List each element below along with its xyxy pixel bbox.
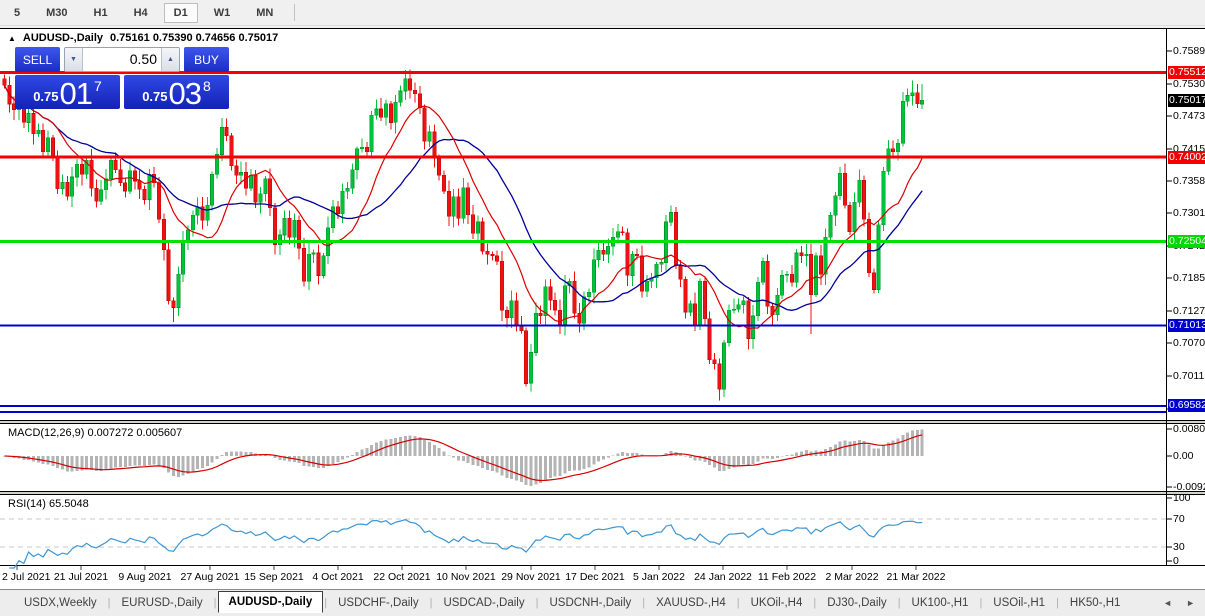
symbol-tab-bar: USDX,Weekly | EURUSD-,Daily | AUDUSD-,Daily |… <box>0 589 1205 616</box>
tab-usdcnh-daily[interactable]: USDCNH-,Daily <box>539 592 641 614</box>
date-axis-label: 17 Dec 2021 <box>565 571 625 583</box>
buy-price-big-digits: 03 <box>168 76 202 111</box>
timeframe-button-5[interactable]: 5 <box>4 3 30 23</box>
trade-panel-quote-row: 0.75 01 7 0.75 03 8 <box>15 75 229 109</box>
tab-xauusd-h4[interactable]: XAUUSD-,H4 <box>646 592 736 614</box>
price-tick-label: 0.70115 <box>1173 370 1205 382</box>
buy-button[interactable]: BUY <box>184 47 229 72</box>
price-tick-label: 0.74735 <box>1173 110 1205 122</box>
volume-spinner: ▼ 0.50 ▲ <box>64 47 180 72</box>
tab-hk50-h1[interactable]: HK50-,H1 <box>1060 592 1131 614</box>
rsi-axis-label: 100 <box>1173 492 1191 504</box>
sell-button[interactable]: SELL <box>15 47 60 72</box>
rsi-axis-label: 0 <box>1173 555 1179 567</box>
date-axis-label: 21 Jul 2021 <box>53 571 109 583</box>
rsi-indicator-label: RSI(14) 65.5048 <box>8 498 89 510</box>
tab-audusd-daily[interactable]: AUDUSD-,Daily <box>217 591 324 613</box>
price-badge-0.72504: 0.72504 <box>1168 235 1205 248</box>
sell-quote-box[interactable]: 0.75 01 7 <box>15 75 120 109</box>
one-click-collapse-icon[interactable]: ▲ <box>8 34 16 43</box>
price-axis-separator <box>1166 29 1167 565</box>
buy-price-pip-digit: 8 <box>203 78 211 94</box>
price-badge-0.74002: 0.74002 <box>1168 151 1205 164</box>
rsi-window-splitter[interactable] <box>0 491 1205 495</box>
macd-indicator-label: MACD(12,26,9) 0.007272 0.005607 <box>8 427 183 439</box>
price-badge-0.75017: 0.75017 <box>1168 94 1205 107</box>
volume-decrease-button[interactable]: ▼ <box>65 48 83 71</box>
sell-price-pip-digit: 7 <box>94 78 102 94</box>
price-badge-0.69582: 0.69582 <box>1168 399 1205 412</box>
buy-quote-box[interactable]: 0.75 03 8 <box>124 75 229 109</box>
tab-usdcad-daily[interactable]: USDCAD-,Daily <box>433 592 534 614</box>
trade-panel-top-row: SELL ▼ 0.50 ▲ BUY <box>15 47 229 72</box>
date-axis-label: 4 Oct 2021 <box>312 571 364 583</box>
sell-price-prefix: 0.75 <box>33 89 59 104</box>
tab-usoil-h1[interactable]: USOil-,H1 <box>983 592 1055 614</box>
rsi-axis-label: 30 <box>1173 541 1185 553</box>
date-axis-label: 15 Sep 2021 <box>244 571 304 583</box>
timeframe-button-m30[interactable]: M30 <box>36 3 77 23</box>
symbol-tabs: USDX,Weekly | EURUSD-,Daily | AUDUSD-,Daily |… <box>14 591 1131 614</box>
one-click-trade-panel: SELL ▼ 0.50 ▲ BUY 0.75 01 7 0.75 03 8 <box>15 47 229 109</box>
tab-uk100-h1[interactable]: UK100-,H1 <box>902 592 979 614</box>
volume-increase-button[interactable]: ▲ <box>161 48 179 71</box>
date-axis-label: 27 Aug 2021 <box>180 571 240 583</box>
tab-usdchf-daily[interactable]: USDCHF-,Daily <box>328 592 429 614</box>
price-tick-label: 0.71270 <box>1173 305 1205 317</box>
tab-scroll-left-icon[interactable]: ◄ <box>1163 598 1172 608</box>
chart-ohlc-values: 0.75161 0.75390 0.74656 0.75017 <box>110 32 279 44</box>
timeframe-button-d1[interactable]: D1 <box>163 2 198 23</box>
buy-price-prefix: 0.75 <box>142 89 168 104</box>
timeframe-toolbar: 5 M30 H1 H4 D1 W1 MN <box>0 0 1205 26</box>
price-tick-label: 0.75890 <box>1173 45 1205 57</box>
timeframe-button-h4[interactable]: H4 <box>124 3 158 23</box>
tab-usdx-weekly[interactable]: USDX,Weekly <box>14 592 107 614</box>
tab-scroll-right-icon[interactable]: ► <box>1186 598 1195 608</box>
sell-price-big-digits: 01 <box>59 76 93 111</box>
price-badge-0.71013: 0.71013 <box>1168 319 1205 332</box>
price-tick-label: 0.70700 <box>1173 337 1205 349</box>
date-axis-label: 29 Nov 2021 <box>501 571 561 583</box>
date-axis-label: 5 Jan 2022 <box>633 571 685 583</box>
price-badge-0.75512: 0.75512 <box>1168 66 1205 79</box>
toolbar-separator <box>294 4 296 21</box>
macd-axis-label: 0.008061 <box>1173 423 1205 435</box>
price-tick-label: 0.73010 <box>1173 207 1205 219</box>
date-axis-label: 10 Nov 2021 <box>436 571 496 583</box>
macd-axis-label: 0.00 <box>1173 450 1194 462</box>
date-axis-label: 22 Oct 2021 <box>373 571 431 583</box>
timeframe-button-w1[interactable]: W1 <box>204 3 241 23</box>
tab-scroll-controls: ◄ ► <box>1163 598 1195 608</box>
date-axis-label: 2 Mar 2022 <box>825 571 879 583</box>
rsi-axis-label: 70 <box>1173 513 1185 525</box>
date-axis-label: 24 Jan 2022 <box>694 571 752 583</box>
date-axis-label: 11 Feb 2022 <box>757 571 817 583</box>
chart-symbol-label: AUDUSD-,Daily <box>22 32 103 44</box>
timeframe-button-mn[interactable]: MN <box>246 3 283 23</box>
price-tick-label: 0.75305 <box>1173 78 1205 90</box>
price-tick-label: 0.71855 <box>1173 272 1205 284</box>
price-tick-label: 0.73580 <box>1173 175 1205 187</box>
tab-ukoil-h4[interactable]: UKOil-,H4 <box>741 592 813 614</box>
date-axis-label: 2 Jul 2021 <box>2 571 51 583</box>
macd-window-splitter[interactable] <box>0 420 1205 424</box>
tab-eurusd-daily[interactable]: EURUSD-,Daily <box>112 592 213 614</box>
rsi-window-bottom-border <box>0 565 1205 566</box>
timeframe-button-h1[interactable]: H1 <box>84 3 118 23</box>
mt4-terminal: { "toolbar": { "items": [ {"label": "5",… <box>0 0 1205 616</box>
chart-title: ▲ AUDUSD-,Daily 0.75161 0.75390 0.74656 … <box>8 32 278 44</box>
date-axis-label: 21 Mar 2022 <box>886 571 946 583</box>
tab-dj30-daily[interactable]: DJ30-,Daily <box>817 592 896 614</box>
date-axis-label: 9 Aug 2021 <box>118 571 172 583</box>
volume-input[interactable]: 0.50 <box>83 48 161 71</box>
